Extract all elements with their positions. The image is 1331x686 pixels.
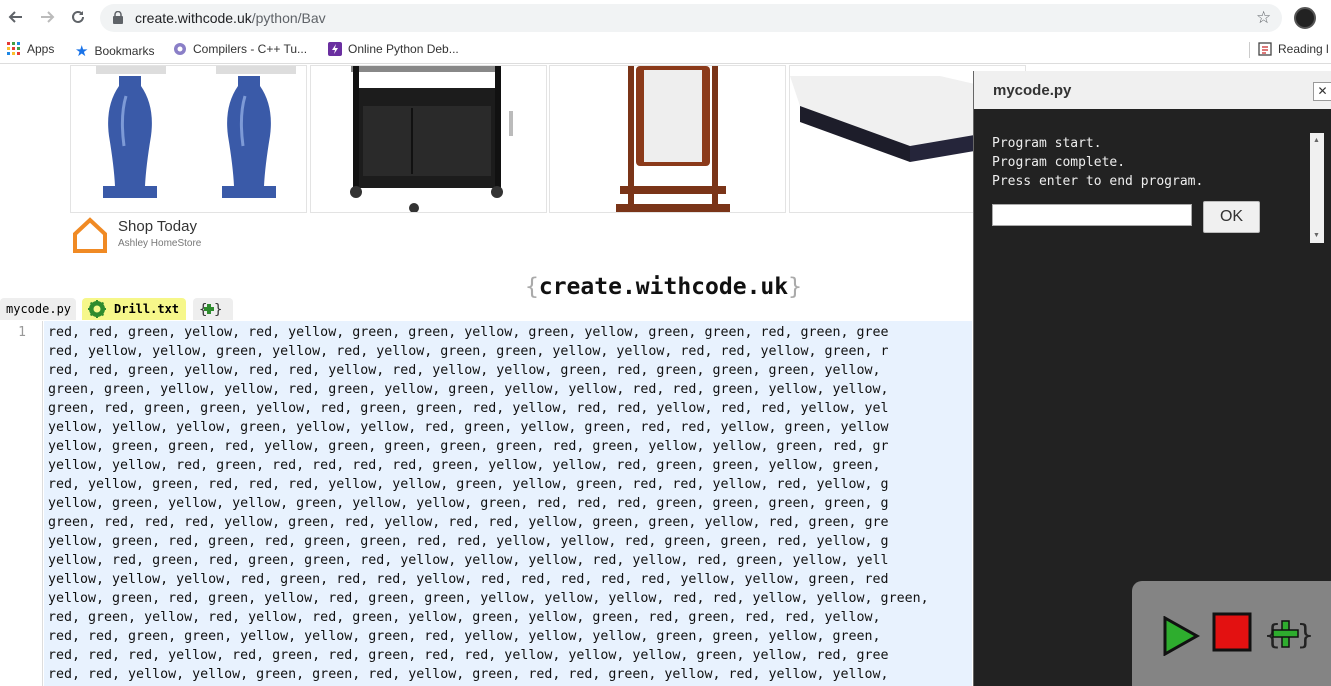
profile-avatar[interactable] <box>1294 7 1316 29</box>
code-editor[interactable]: 1 red, red, green, yellow, red, yellow, … <box>0 321 972 686</box>
ad-subtitle: Ashley HomeStore <box>118 238 202 249</box>
svg-text:}: } <box>1297 618 1312 651</box>
console-input[interactable] <box>992 204 1192 226</box>
bookmark-label: Bookmarks <box>94 44 155 58</box>
reading-list-icon <box>1258 42 1272 56</box>
code-line: red, red, green, yellow, red, yellow, gr… <box>48 325 889 340</box>
browser-toolbar: create.withcode.uk/python/Bav ☆ <box>0 0 1331 36</box>
code-line: red, red, red, yellow, red, green, red, … <box>48 648 889 663</box>
code-lines: red, red, green, yellow, red, yellow, gr… <box>44 321 972 684</box>
code-line: yellow, green, red, green, yellow, red, … <box>48 591 929 606</box>
reading-list[interactable]: Reading l <box>1258 42 1329 56</box>
code-line: yellow, green, green, red, yellow, green… <box>48 439 889 454</box>
code-line: green, red, green, green, yellow, red, g… <box>48 401 889 416</box>
code-line: yellow, yellow, red, green, red, red, re… <box>48 458 881 473</box>
forward-arrow-icon[interactable] <box>37 8 57 28</box>
bookmark-divider <box>1249 42 1250 58</box>
bookmark-apps[interactable]: Apps <box>7 42 54 56</box>
play-icon[interactable] <box>1162 616 1200 656</box>
compilers-icon <box>174 43 186 55</box>
tab-drill[interactable]: Drill.txt <box>82 298 186 320</box>
bookmark-star-icon[interactable]: ☆ <box>1256 8 1271 28</box>
code-line: red, yellow, yellow, green, yellow, red,… <box>48 344 889 359</box>
house-logo-icon <box>73 217 107 253</box>
code-line: red, red, green, green, yellow, yellow, … <box>48 629 881 644</box>
lightning-icon <box>328 42 342 56</box>
close-button[interactable]: ✕ <box>1313 82 1331 101</box>
star-icon: ★ <box>75 43 89 60</box>
ad-title: Shop Today <box>118 218 197 235</box>
run-controls: { } <box>1132 581 1331 686</box>
code-line: yellow, green, yellow, yellow, green, ye… <box>48 496 889 511</box>
site-logo[interactable]: {create.withcode.uk} <box>525 274 802 300</box>
ad-banner[interactable] <box>70 65 1026 213</box>
reading-list-label: Reading l <box>1278 42 1329 56</box>
apps-grid-icon <box>7 42 20 55</box>
scroll-up-icon[interactable]: ▲ <box>1313 137 1320 144</box>
svg-text:}: } <box>214 302 221 317</box>
code-line: red, green, yellow, red, yellow, red, gr… <box>48 610 881 625</box>
gear-icon <box>88 300 106 318</box>
address-bar[interactable]: create.withcode.uk/python/Bav <box>100 4 1282 32</box>
bookmarks-bar: Apps ★ Bookmarks Compilers - C++ Tu... O… <box>0 36 1331 64</box>
mirror-image <box>616 66 730 212</box>
tab-mycode[interactable]: mycode.py <box>0 298 76 320</box>
tab-add-file[interactable]: { } <box>193 298 233 320</box>
code-line: yellow, red, green, red, green, green, r… <box>48 553 889 568</box>
kitchen-cart-image <box>350 66 513 212</box>
lamps-image <box>96 66 296 198</box>
url-text: create.withcode.uk/python/Bav <box>135 10 326 26</box>
add-file-icon: { } <box>199 302 222 318</box>
ok-button[interactable]: OK <box>1203 201 1260 233</box>
code-line: red, yellow, green, red, red, red, yello… <box>48 477 889 492</box>
code-line: green, red, red, red, yellow, green, red… <box>48 515 889 530</box>
console-scrollbar[interactable]: ▲ ▼ <box>1310 133 1324 243</box>
ad-tile-mirror[interactable] <box>549 65 786 213</box>
code-area[interactable]: red, red, green, yellow, red, yellow, gr… <box>44 321 972 686</box>
bookmark-bookmarks[interactable]: ★ Bookmarks <box>75 42 154 60</box>
console-output: Program start. Program complete. Press e… <box>992 136 1204 189</box>
bookmark-compilers[interactable]: Compilers - C++ Tu... <box>173 42 307 56</box>
back-arrow-icon[interactable] <box>6 8 26 28</box>
code-line: yellow, yellow, yellow, red, green, red,… <box>48 572 889 587</box>
reload-icon[interactable] <box>68 8 88 28</box>
stop-icon[interactable] <box>1212 612 1252 652</box>
scroll-down-icon[interactable]: ▼ <box>1313 232 1320 239</box>
code-line: green, green, yellow, yellow, red, green… <box>48 382 889 397</box>
add-code-icon[interactable]: { } <box>1264 617 1312 651</box>
code-line: red, red, yellow, yellow, green, green, … <box>48 667 889 682</box>
line-number: 1 <box>18 325 26 340</box>
line-number-gutter: 1 <box>0 321 43 686</box>
bookmark-label: Online Python Deb... <box>348 42 459 56</box>
bookmark-label: Compilers - C++ Tu... <box>193 42 308 56</box>
close-icon: ✕ <box>1317 84 1328 98</box>
ad-tile-lamps[interactable] <box>70 65 307 213</box>
ad-tile-cart[interactable] <box>310 65 547 213</box>
panel-title: mycode.py <box>993 82 1072 99</box>
code-line: yellow, green, red, green, red, green, g… <box>48 534 889 549</box>
code-line: yellow, yellow, yellow, green, yellow, y… <box>48 420 889 435</box>
bookmark-online-python[interactable]: Online Python Deb... <box>328 42 459 56</box>
ad-shop-today[interactable]: Shop Today Ashley HomeStore <box>72 215 232 255</box>
lock-icon <box>113 11 123 24</box>
bookmark-label: Apps <box>27 42 55 56</box>
code-line: red, red, green, yellow, red, red, yello… <box>48 363 881 378</box>
panel-header: mycode.py ✕ <box>974 71 1331 109</box>
